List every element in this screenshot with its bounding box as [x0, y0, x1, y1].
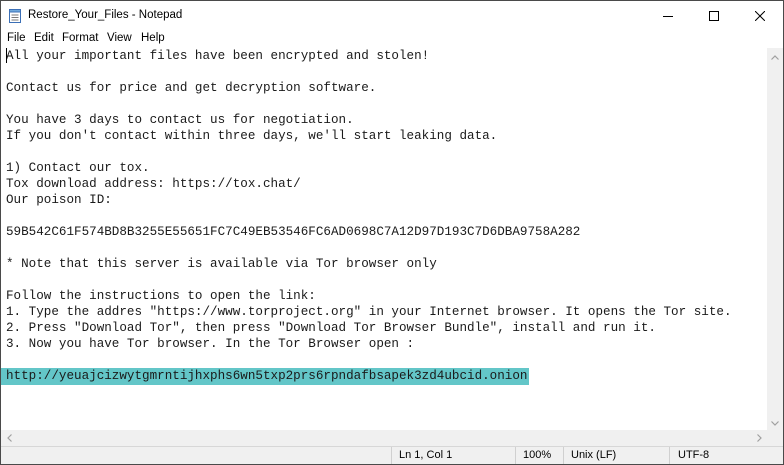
status-encoding: UTF-8	[678, 449, 710, 461]
close-button[interactable]	[737, 1, 783, 30]
scroll-down-button[interactable]	[767, 414, 783, 430]
notepad-window: Restore_Your_Files - Notepad File Edit F…	[0, 0, 784, 465]
status-divider	[669, 447, 670, 464]
text-line[interactable]: 59B542C61F574BD8B3255E55651FC7C49EB53546…	[1, 224, 767, 240]
text-caret	[6, 48, 7, 63]
text-line-content: All your important files have been encry…	[6, 49, 430, 63]
scrollbar-corner	[767, 430, 783, 446]
document-text[interactable]: All your important files have been encry…	[1, 48, 767, 385]
text-editor[interactable]: All your important files have been encry…	[1, 48, 767, 430]
menu-edit[interactable]: Edit	[34, 32, 54, 44]
window-title: Restore_Your_Files - Notepad	[28, 9, 183, 21]
text-line[interactable]	[1, 64, 767, 80]
text-line-content: 1) Contact our tox.	[6, 161, 150, 175]
status-line-ending: Unix (LF)	[571, 449, 617, 461]
text-line[interactable]	[1, 272, 767, 288]
text-line-content: 3. Now you have Tor browser. In the Tor …	[6, 337, 415, 351]
menu-file[interactable]: File	[7, 32, 26, 44]
text-line-content: 1. Type the addres "https://www.torproje…	[6, 305, 732, 319]
text-line-content: Contact us for price and get decryption …	[6, 81, 377, 95]
chevron-up-icon	[771, 47, 779, 65]
scroll-up-button[interactable]	[767, 48, 783, 64]
status-divider	[563, 447, 564, 464]
text-line-content: Our poison ID:	[6, 193, 112, 207]
text-line[interactable]: 1) Contact our tox.	[1, 160, 767, 176]
text-line-content: You have 3 days to contact us for negoti…	[6, 113, 354, 127]
maximize-icon	[709, 10, 719, 21]
text-line[interactable]	[1, 352, 767, 368]
text-line[interactable]: 2. Press "Download Tor", then press "Dow…	[1, 320, 767, 336]
text-line[interactable]: 3. Now you have Tor browser. In the Tor …	[1, 336, 767, 352]
text-line[interactable]	[1, 208, 767, 224]
menu-view[interactable]: View	[107, 32, 132, 44]
menu-help[interactable]: Help	[141, 32, 165, 44]
text-line-content: 2. Press "Download Tor", then press "Dow…	[6, 321, 656, 335]
text-line[interactable]: Our poison ID:	[1, 192, 767, 208]
text-line-content: * Note that this server is available via…	[6, 257, 437, 271]
horizontal-scrollbar[interactable]	[1, 430, 767, 446]
text-line[interactable]: If you don't contact within three days, …	[1, 128, 767, 144]
minimize-icon	[663, 11, 673, 21]
menu-bar: File Edit Format View Help	[1, 30, 783, 48]
status-zoom: 100%	[523, 449, 552, 461]
text-line[interactable]: You have 3 days to contact us for negoti…	[1, 112, 767, 128]
text-line-content: 59B542C61F574BD8B3255E55651FC7C49EB53546…	[6, 225, 581, 239]
text-line-content: Tox download address: https://tox.chat/	[6, 177, 301, 191]
text-line[interactable]: http://yeuajcizwytgmrntijhxphs6wn5txp2pr…	[1, 368, 767, 385]
notepad-app-icon[interactable]	[9, 9, 21, 23]
text-line[interactable]	[1, 144, 767, 160]
chevron-left-icon	[6, 429, 12, 447]
text-line[interactable]	[1, 96, 767, 112]
text-line[interactable]: Contact us for price and get decryption …	[1, 80, 767, 96]
status-bar: Ln 1, Col 1 100% Unix (LF) UTF-8	[1, 446, 783, 464]
title-bar[interactable]: Restore_Your_Files - Notepad	[1, 1, 783, 30]
close-icon	[755, 10, 765, 21]
selected-onion-link: http://yeuajcizwytgmrntijhxphs6wn5txp2pr…	[1, 368, 530, 385]
status-divider	[515, 447, 516, 464]
status-position: Ln 1, Col 1	[399, 449, 453, 461]
maximize-button[interactable]	[691, 1, 737, 30]
vertical-scrollbar[interactable]	[767, 48, 783, 430]
text-line[interactable]: * Note that this server is available via…	[1, 256, 767, 272]
status-divider	[391, 447, 392, 464]
text-line[interactable]: Tox download address: https://tox.chat/	[1, 176, 767, 192]
text-line[interactable]: 1. Type the addres "https://www.torproje…	[1, 304, 767, 320]
chevron-right-icon	[756, 429, 762, 447]
scroll-right-button[interactable]	[751, 430, 767, 446]
scroll-left-button[interactable]	[1, 430, 17, 446]
text-line-content: Follow the instructions to open the link…	[6, 289, 316, 303]
menu-format[interactable]: Format	[62, 32, 98, 44]
minimize-button[interactable]	[645, 1, 691, 30]
chevron-down-icon	[771, 413, 779, 431]
text-line[interactable]: Follow the instructions to open the link…	[1, 288, 767, 304]
text-line[interactable]	[1, 240, 767, 256]
text-line-content: If you don't contact within three days, …	[6, 129, 498, 143]
text-line[interactable]: All your important files have been encry…	[1, 48, 767, 64]
